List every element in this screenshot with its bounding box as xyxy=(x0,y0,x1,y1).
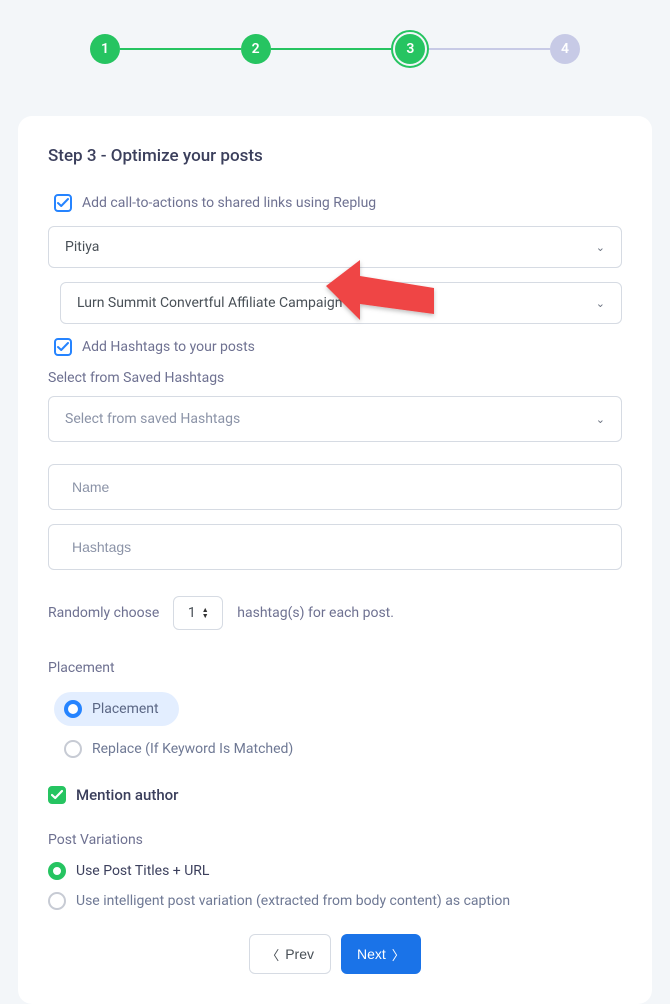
placement-option-replace-label: Replace (If Keyword Is Matched) xyxy=(92,741,293,757)
variation-intelligent-radio[interactable] xyxy=(48,892,66,910)
randomly-choose-suffix: hashtag(s) for each post. xyxy=(237,605,394,621)
hashtags-input[interactable] xyxy=(48,524,622,570)
next-button-label: Next xyxy=(357,946,386,962)
cta-checkbox-label: Add call-to-actions to shared links usin… xyxy=(82,195,376,211)
chevron-down-icon: ⌄ xyxy=(596,413,605,426)
step-line-2-3 xyxy=(271,48,392,50)
name-input[interactable] xyxy=(48,464,622,510)
variation-titles-radio[interactable] xyxy=(48,862,66,880)
step-line-1-2 xyxy=(120,48,241,50)
check-icon xyxy=(57,197,69,209)
cta-checkbox[interactable] xyxy=(54,194,72,212)
chevron-left-icon: 〈 xyxy=(266,945,279,964)
placement-radio-label: Placement xyxy=(92,701,159,717)
next-button[interactable]: Next 〉 xyxy=(341,934,421,974)
placement-radio-on[interactable] xyxy=(64,700,82,718)
stepper: 1 2 3 4 xyxy=(0,0,670,98)
random-count-value: 1 xyxy=(188,605,196,621)
step-line-3-4 xyxy=(429,48,550,50)
prev-button[interactable]: 〈 Prev xyxy=(249,934,331,974)
placement-option-placement[interactable]: Placement xyxy=(54,692,179,726)
hashtag-checkbox[interactable] xyxy=(54,338,72,356)
step-4[interactable]: 4 xyxy=(550,34,580,64)
saved-hashtags-label: Select from Saved Hashtags xyxy=(48,370,622,386)
stepper-down-icon[interactable]: ▼ xyxy=(202,613,209,619)
optimize-card: Step 3 - Optimize your posts Add call-to… xyxy=(18,116,652,1004)
step-1[interactable]: 1 xyxy=(90,34,120,64)
campaign-select[interactable]: Lurn Summit Convertful Affiliate Campaig… xyxy=(60,282,622,324)
mention-author-checkbox[interactable] xyxy=(48,786,66,804)
variation-intelligent-label: Use intelligent post variation (extracte… xyxy=(76,893,510,909)
chevron-down-icon: ⌄ xyxy=(596,241,605,254)
variation-titles-label: Use Post Titles + URL xyxy=(76,863,209,879)
brand-select-value: Pitiya xyxy=(65,239,99,255)
brand-select[interactable]: Pitiya ⌄ xyxy=(48,226,622,268)
check-icon xyxy=(51,789,63,801)
card-title: Step 3 - Optimize your posts xyxy=(48,146,622,166)
check-icon xyxy=(57,341,69,353)
placement-option-replace-radio[interactable] xyxy=(64,740,82,758)
saved-hashtags-select[interactable]: Select from saved Hashtags ⌄ xyxy=(48,396,622,442)
step-2[interactable]: 2 xyxy=(241,34,271,64)
step-3[interactable]: 3 xyxy=(391,30,429,68)
chevron-right-icon: 〉 xyxy=(392,945,405,964)
post-variations-label: Post Variations xyxy=(48,832,622,848)
saved-hashtags-select-value: Select from saved Hashtags xyxy=(65,411,240,427)
mention-author-label: Mention author xyxy=(76,786,178,804)
prev-button-label: Prev xyxy=(285,946,314,962)
randomly-choose-prefix: Randomly choose xyxy=(48,605,159,621)
random-count-stepper[interactable]: 1 ▲ ▼ xyxy=(173,596,223,630)
campaign-select-value: Lurn Summit Convertful Affiliate Campaig… xyxy=(77,295,342,311)
placement-label: Placement xyxy=(48,660,622,676)
hashtag-checkbox-label: Add Hashtags to your posts xyxy=(82,339,255,355)
chevron-down-icon: ⌄ xyxy=(596,297,605,310)
